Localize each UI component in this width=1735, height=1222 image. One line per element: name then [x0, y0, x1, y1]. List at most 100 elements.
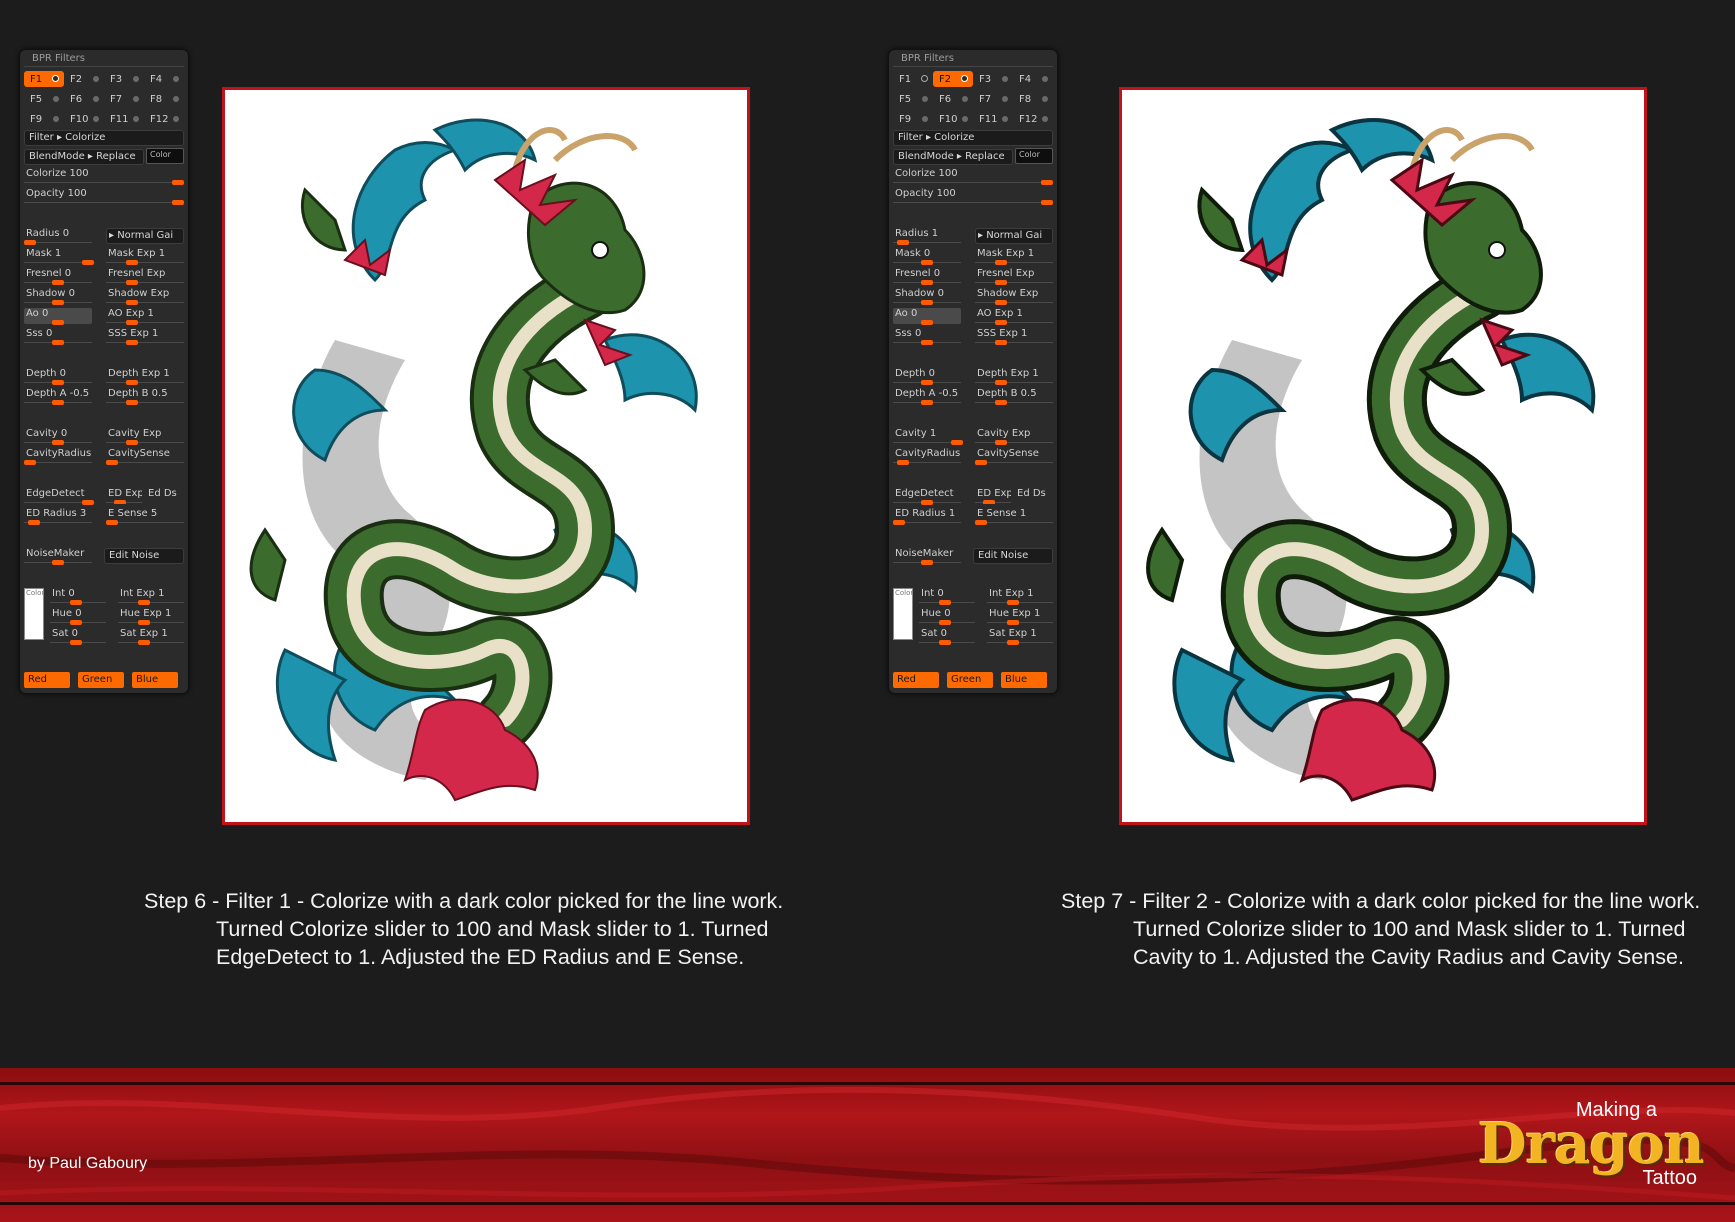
filter-f9-button[interactable]: F9: [24, 111, 64, 127]
sss-exp-slider[interactable]: SSS Exp 1: [975, 328, 1053, 345]
cavity-exp-slider[interactable]: Cavity Exp: [106, 428, 184, 445]
ao-exp-slider[interactable]: AO Exp 1: [975, 308, 1053, 325]
ed-exp-slider[interactable]: ED Exp: [106, 488, 142, 504]
shadow-slider[interactable]: Shadow 0: [24, 288, 92, 305]
sss-exp-slider[interactable]: SSS Exp 1: [106, 328, 184, 345]
cavity-slider[interactable]: Cavity 1: [893, 428, 963, 445]
depth-exp-slider[interactable]: Depth Exp 1: [106, 368, 184, 385]
hue-slider[interactable]: Hue 0: [50, 608, 106, 625]
blendmode-dropdown[interactable]: BlendMode ▸ Replace: [24, 149, 144, 165]
int-slider[interactable]: Int 0: [50, 588, 106, 605]
int-exp-slider[interactable]: Int Exp 1: [987, 588, 1053, 605]
mask-slider[interactable]: Mask 1: [24, 248, 94, 265]
ao-slider[interactable]: Ao 0: [24, 308, 92, 325]
filter-f12-button[interactable]: F12: [144, 111, 184, 127]
filter-color-swatch[interactable]: Color: [893, 588, 913, 640]
edit-noise-button[interactable]: Edit Noise: [104, 548, 184, 564]
filter-toggle-icon[interactable]: [52, 75, 59, 82]
filter-toggle-icon[interactable]: [93, 76, 99, 82]
filter-color-swatch[interactable]: Color: [24, 588, 44, 640]
mask-exp-slider[interactable]: Mask Exp 1: [975, 248, 1053, 265]
cavity-sense-slider[interactable]: CavitySense: [106, 448, 184, 465]
filter-toggle-icon[interactable]: [1002, 116, 1008, 122]
filter-color-chip[interactable]: Color: [1015, 148, 1053, 164]
e-sense-slider[interactable]: E Sense 1: [975, 508, 1053, 525]
normal-gai-dropdown[interactable]: ▸ Normal Gai: [106, 228, 184, 244]
noisemaker-slider[interactable]: NoiseMaker: [893, 548, 961, 565]
filter-toggle-icon[interactable]: [922, 96, 928, 102]
filter-f3-button[interactable]: F3: [973, 71, 1013, 87]
fresnel-slider[interactable]: Fresnel 0: [893, 268, 961, 285]
depth-slider[interactable]: Depth 0: [893, 368, 961, 385]
filter-toggle-icon[interactable]: [173, 116, 179, 122]
int-slider[interactable]: Int 0: [919, 588, 975, 605]
filter-type-dropdown[interactable]: Filter ▸ Colorize: [893, 130, 1053, 146]
filter-toggle-icon[interactable]: [1042, 96, 1048, 102]
sat-slider[interactable]: Sat 0: [919, 628, 975, 645]
filter-f9-button[interactable]: F9: [893, 111, 933, 127]
green-channel-button[interactable]: Green: [78, 672, 124, 688]
filter-f8-button[interactable]: F8: [1013, 91, 1053, 107]
blue-channel-button[interactable]: Blue: [1001, 672, 1047, 688]
red-channel-button[interactable]: Red: [24, 672, 70, 688]
mask-slider[interactable]: Mask 0: [893, 248, 961, 265]
hue-exp-slider[interactable]: Hue Exp 1: [118, 608, 184, 625]
filter-toggle-icon[interactable]: [53, 116, 59, 122]
filter-toggle-icon[interactable]: [173, 96, 179, 102]
sat-exp-slider[interactable]: Sat Exp 1: [118, 628, 184, 645]
filter-toggle-icon[interactable]: [1042, 76, 1048, 82]
filter-toggle-icon[interactable]: [133, 116, 139, 122]
filter-toggle-icon[interactable]: [1002, 76, 1008, 82]
cavity-sense-slider[interactable]: CavitySense: [975, 448, 1053, 465]
ed-exp-slider[interactable]: ED Exp: [975, 488, 1011, 504]
filter-toggle-icon[interactable]: [93, 116, 99, 122]
opacity-slider[interactable]: Opacity 100: [893, 188, 1053, 205]
depth-b-slider[interactable]: Depth B 0.5: [106, 388, 184, 405]
edit-noise-button[interactable]: Edit Noise: [973, 548, 1053, 564]
filter-toggle-icon[interactable]: [133, 96, 139, 102]
ed-radius-slider[interactable]: ED Radius 1: [893, 508, 961, 525]
ed-ds-slider[interactable]: Ed Ds: [1015, 488, 1053, 504]
cavity-slider[interactable]: Cavity 0: [24, 428, 92, 445]
filter-color-chip[interactable]: Color: [146, 148, 184, 164]
edge-detect-slider[interactable]: EdgeDetect: [24, 488, 94, 505]
filter-f10-button[interactable]: F10: [933, 111, 973, 127]
normal-gai-dropdown[interactable]: ▸ Normal Gai: [975, 228, 1053, 244]
filter-f2-button[interactable]: F2: [64, 71, 104, 87]
blendmode-dropdown[interactable]: BlendMode ▸ Replace: [893, 149, 1013, 165]
filter-f12-button[interactable]: F12: [1013, 111, 1053, 127]
filter-f11-button[interactable]: F11: [973, 111, 1013, 127]
filter-f10-button[interactable]: F10: [64, 111, 104, 127]
filter-toggle-icon[interactable]: [921, 75, 928, 82]
radius-slider[interactable]: Radius 1: [893, 228, 961, 245]
filter-toggle-icon[interactable]: [53, 96, 59, 102]
colorize-slider[interactable]: Colorize 100: [893, 168, 1053, 185]
filter-type-dropdown[interactable]: Filter ▸ Colorize: [24, 130, 184, 146]
int-exp-slider[interactable]: Int Exp 1: [118, 588, 184, 605]
depth-exp-slider[interactable]: Depth Exp 1: [975, 368, 1053, 385]
filter-toggle-icon[interactable]: [1002, 96, 1008, 102]
hue-slider[interactable]: Hue 0: [919, 608, 975, 625]
fresnel-exp-slider[interactable]: Fresnel Exp: [106, 268, 184, 285]
shadow-exp-slider[interactable]: Shadow Exp: [975, 288, 1053, 305]
fresnel-slider[interactable]: Fresnel 0: [24, 268, 92, 285]
hue-exp-slider[interactable]: Hue Exp 1: [987, 608, 1053, 625]
filter-toggle-icon[interactable]: [133, 76, 139, 82]
filter-f8-button[interactable]: F8: [144, 91, 184, 107]
filter-f3-button[interactable]: F3: [104, 71, 144, 87]
filter-f7-button[interactable]: F7: [973, 91, 1013, 107]
depth-b-slider[interactable]: Depth B 0.5: [975, 388, 1053, 405]
filter-toggle-icon[interactable]: [1042, 116, 1048, 122]
sat-slider[interactable]: Sat 0: [50, 628, 106, 645]
noisemaker-slider[interactable]: NoiseMaker: [24, 548, 92, 565]
red-channel-button[interactable]: Red: [893, 672, 939, 688]
filter-f6-button[interactable]: F6: [933, 91, 973, 107]
opacity-slider[interactable]: Opacity 100: [24, 188, 184, 205]
shadow-slider[interactable]: Shadow 0: [893, 288, 961, 305]
sss-slider[interactable]: Sss 0: [24, 328, 92, 345]
edge-detect-slider[interactable]: EdgeDetect: [893, 488, 961, 505]
filter-f5-button[interactable]: F5: [24, 91, 64, 107]
depth-a-slider[interactable]: Depth A -0.5: [893, 388, 961, 405]
fresnel-exp-slider[interactable]: Fresnel Exp: [975, 268, 1053, 285]
filter-toggle-icon[interactable]: [962, 116, 968, 122]
